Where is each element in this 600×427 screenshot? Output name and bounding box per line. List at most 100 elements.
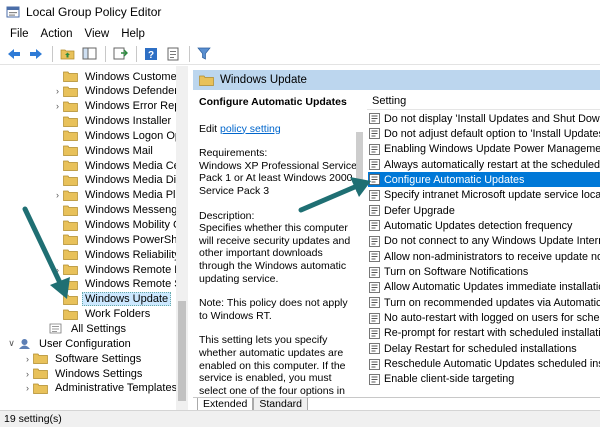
setting-row[interactable]: Allow non-administrators to receive upda… (368, 249, 600, 264)
tree-item[interactable]: › Windows Remote Ma (52, 262, 187, 277)
tree-item[interactable]: Work Folders (52, 307, 153, 322)
setting-row[interactable]: Turn on recommended updates via Automati… (368, 295, 600, 310)
setting-label: No auto-restart with logged on users for… (384, 312, 600, 325)
tree-item[interactable]: Windows Reliability A (52, 247, 187, 262)
setting-row[interactable]: Do not adjust default option to 'Install… (368, 126, 600, 141)
policy-setting-link[interactable]: policy setting (220, 123, 281, 135)
setting-row[interactable]: Enabling Windows Update Power Management… (368, 142, 600, 157)
setting-row[interactable]: Enable client-side targeting (368, 372, 600, 387)
tree-item-label: Windows Messenger (85, 204, 188, 217)
chevron-right-icon[interactable]: › (52, 101, 63, 111)
tree-item[interactable]: Windows Logon Opti (52, 128, 187, 143)
folder-icon (63, 145, 78, 157)
tree-item-label: Software Settings (55, 352, 142, 365)
tree-item[interactable]: › Software Settings (22, 351, 144, 366)
description-scrollbar[interactable] (353, 92, 365, 397)
policy-setting-icon (369, 220, 380, 232)
folder-icon (63, 279, 78, 290)
chevron-right-icon[interactable]: › (22, 369, 33, 379)
description-scrollbar-thumb[interactable] (356, 132, 363, 192)
show-hide-tree-icon[interactable] (79, 45, 99, 63)
tree-item[interactable]: Windows Media Cent (52, 158, 188, 173)
chevron-right-icon[interactable]: › (22, 354, 33, 364)
menu-file[interactable]: File (4, 28, 35, 40)
setting-row[interactable]: Do not connect to any Windows Update Int… (368, 234, 600, 249)
tree-item[interactable]: › Windows Defender (52, 84, 181, 99)
setting-label: Do not display 'Install Updates and Shut… (384, 112, 600, 125)
setting-row[interactable]: Do not display 'Install Updates and Shut… (368, 111, 600, 126)
policy-setting-icon (369, 374, 380, 385)
export-list-icon[interactable] (110, 45, 130, 63)
setting-row[interactable]: Re-prompt for restart with scheduled ins… (368, 326, 600, 341)
tree-item-label: All Settings (71, 322, 127, 335)
tree-item[interactable]: Windows Messenger (52, 203, 188, 218)
chevron-right-icon[interactable]: › (52, 86, 63, 96)
setting-row[interactable]: No auto-restart with logged on users for… (368, 311, 600, 326)
forward-icon[interactable] (26, 45, 46, 63)
setting-row[interactable]: Allow Automatic Updates immediate instal… (368, 280, 600, 295)
chevron-right-icon[interactable]: › (52, 265, 63, 275)
title-bar: Local Group Policy Editor (0, 0, 600, 24)
setting-row[interactable]: Always automatically restart at the sche… (368, 157, 600, 172)
folder-icon (33, 353, 48, 364)
tree-item-label: Windows Installer (85, 115, 172, 128)
group-policy-app-icon (6, 6, 20, 18)
back-icon[interactable] (4, 45, 24, 63)
tree-item[interactable]: › Windows Media Playe (52, 188, 187, 203)
tree-item[interactable]: › Windows Settings (22, 366, 145, 381)
chevron-down-icon[interactable]: ∨ (6, 338, 17, 349)
chevron-right-icon[interactable]: › (52, 190, 63, 200)
setting-row[interactable]: Specify intranet Microsoft update servic… (368, 188, 600, 203)
tree-item-label: Windows Remote She (85, 278, 188, 291)
filter-icon[interactable] (194, 45, 214, 63)
tree-item-label: Windows Mobility Ce (85, 219, 188, 231)
tree-item[interactable]: All Settings (38, 321, 129, 336)
folder-icon (63, 175, 78, 186)
tree-item[interactable]: Windows Update (52, 292, 172, 307)
tree-item[interactable]: Windows Customer E (52, 69, 187, 84)
tree-scrollbar-thumb[interactable] (178, 301, 186, 401)
setting-row[interactable]: Reschedule Automatic Updates scheduled i… (368, 357, 600, 372)
properties-icon[interactable] (163, 45, 183, 63)
setting-label: Enabling Windows Update Power Management… (384, 143, 600, 156)
menu-bar: File Action View Help (0, 24, 600, 43)
setting-row[interactable]: Automatic Updates detection frequency (368, 218, 600, 233)
menu-help[interactable]: Help (115, 28, 151, 40)
chevron-right-icon[interactable]: › (22, 383, 33, 393)
tree-item[interactable]: Windows Media Digit (52, 173, 187, 188)
policy-setting-icon (369, 128, 380, 140)
tree-item-label: Windows Media Cent (85, 159, 188, 172)
setting-row[interactable]: Turn on Software Notifications (368, 265, 600, 280)
toolbar: ? (0, 43, 600, 65)
policy-setting-icon (369, 312, 380, 324)
setting-row[interactable]: Configure Automatic Updates (368, 172, 600, 188)
tree-item[interactable]: Windows Installer (52, 114, 174, 129)
setting-label: Specify intranet Microsoft update servic… (384, 189, 600, 202)
folder-icon (63, 234, 78, 246)
folder-icon (63, 71, 78, 82)
tree-item[interactable]: ∨ User Configuration (6, 336, 134, 351)
setting-row[interactable]: Defer Upgrade (368, 203, 600, 218)
tree-item[interactable]: Windows Mail (52, 143, 156, 158)
tree-item[interactable]: › Windows Error Report (52, 99, 187, 114)
menu-action[interactable]: Action (35, 28, 79, 40)
tree-item[interactable]: Windows PowerShell (52, 232, 187, 247)
setting-label: Re-prompt for restart with scheduled ins… (384, 327, 600, 340)
description-label: Description: (199, 209, 255, 222)
tree-scrollbar[interactable] (176, 66, 188, 410)
folder-icon (63, 309, 78, 320)
folder-icon (63, 86, 78, 97)
policy-setting-icon (369, 358, 380, 370)
setting-label: Allow Automatic Updates immediate instal… (384, 281, 600, 294)
tree-item-label: Windows Mail (85, 144, 153, 157)
tree-item[interactable]: Windows Remote She (52, 277, 188, 292)
setting-column-header[interactable]: Setting (367, 92, 600, 110)
tree-item[interactable]: › Administrative Templates (22, 381, 180, 396)
policy-title: Configure Automatic Updates (199, 96, 347, 108)
folder-up-icon[interactable] (57, 45, 77, 63)
menu-view[interactable]: View (79, 28, 116, 40)
tree-item[interactable]: Windows Mobility Ce (52, 218, 188, 233)
policy-setting-icon (369, 251, 380, 263)
setting-row[interactable]: Delay Restart for scheduled installation… (368, 341, 600, 356)
help-icon[interactable]: ? (141, 45, 161, 63)
